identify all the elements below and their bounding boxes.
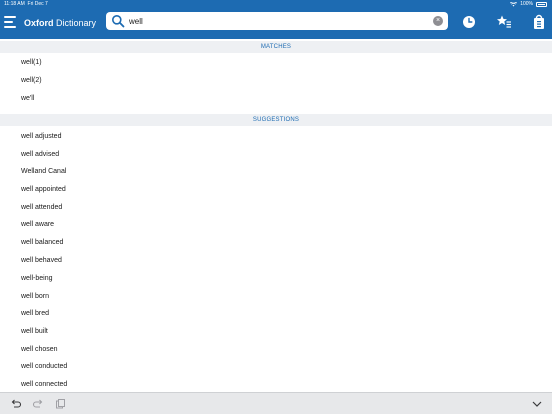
app-title-bold: Oxford	[24, 18, 54, 28]
status-time-date: 11:18 AM Fri Dec 7	[4, 0, 48, 9]
clipboard-icon[interactable]	[54, 398, 66, 410]
nav-bar: Oxford Dictionary ×	[0, 9, 552, 39]
list-item[interactable]: well-being	[0, 270, 552, 287]
list-item-label: well adjusted	[21, 133, 62, 140]
list-item[interactable]: Welland Canal	[0, 163, 552, 180]
status-date: Fri Dec 7	[27, 1, 48, 7]
list-item-label: well-being	[21, 275, 53, 282]
list-item-label: well built	[21, 328, 48, 335]
list-item-label: well born	[21, 293, 50, 300]
status-bar: 11:18 AM Fri Dec 7 100%	[0, 0, 552, 9]
list-item-label: well(1)	[21, 59, 42, 66]
list-item-label: well conducted	[21, 363, 68, 370]
app-title: Oxford Dictionary	[24, 17, 96, 29]
search-input[interactable]	[129, 12, 429, 30]
list-item[interactable]: well appointed	[0, 181, 552, 198]
app-title-regular: Dictionary	[56, 18, 97, 28]
suggestions-header: SUGGESTIONS	[0, 114, 552, 126]
battery-percent: 100%	[520, 1, 533, 7]
list-item[interactable]: well aware	[0, 216, 552, 233]
list-item-label: well appointed	[21, 186, 66, 193]
list-item-label: well aware	[21, 221, 55, 228]
list-item[interactable]: well behaved	[0, 252, 552, 269]
list-item-label: well behaved	[21, 257, 62, 264]
list-item-label: well attended	[21, 204, 63, 211]
matches-header: MATCHES	[0, 41, 552, 53]
list-item[interactable]: well chosen	[0, 341, 552, 358]
undo-icon[interactable]	[10, 398, 22, 410]
list-item-label: we'll	[21, 95, 35, 102]
list-item[interactable]: well adjusted	[0, 128, 552, 145]
search-bar[interactable]: ×	[106, 12, 448, 30]
list-item-label: well chosen	[21, 346, 58, 353]
list-item[interactable]: well conducted	[0, 358, 552, 375]
list-item[interactable]: well born	[0, 288, 552, 305]
menu-icon[interactable]	[4, 16, 16, 30]
history-icon[interactable]	[461, 14, 477, 30]
list-item[interactable]: well balanced	[0, 234, 552, 251]
list-item-label: well connected	[21, 381, 68, 388]
battery-icon	[536, 2, 547, 7]
list-item[interactable]: well connected	[0, 376, 552, 393]
list-item[interactable]: well(2)	[0, 72, 552, 89]
status-right: 100%	[510, 0, 547, 9]
clear-icon[interactable]: ×	[433, 16, 443, 26]
keyboard-toolbar	[0, 392, 552, 414]
list-item[interactable]: well bred	[0, 305, 552, 322]
search-icon	[112, 15, 125, 28]
list-item-label: well balanced	[21, 239, 64, 246]
list-item[interactable]: well built	[0, 323, 552, 340]
list-item[interactable]: we'll	[0, 90, 552, 107]
keyboard-dismiss-icon[interactable]	[531, 398, 543, 410]
list-item[interactable]: well advised	[0, 146, 552, 163]
list-item-label: well(2)	[21, 77, 42, 84]
list-item[interactable]: well attended	[0, 199, 552, 216]
wifi-icon	[510, 2, 518, 7]
redo-icon[interactable]	[32, 398, 44, 410]
list-item-label: well advised	[21, 151, 60, 158]
bag-icon[interactable]	[531, 14, 547, 30]
list-item[interactable]: well(1)	[0, 54, 552, 71]
status-time: 11:18 AM	[4, 1, 25, 7]
list-item-label: Welland Canal	[21, 168, 67, 175]
list-item-label: well bred	[21, 310, 50, 317]
favorites-icon[interactable]	[496, 14, 512, 30]
